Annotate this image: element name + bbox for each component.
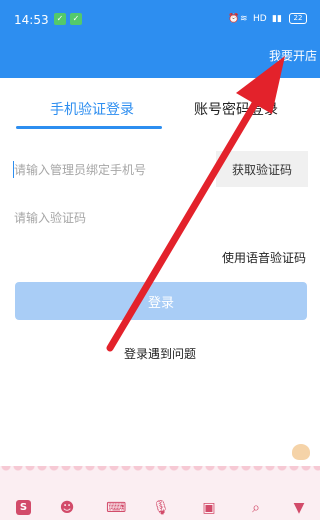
keyboard-icon[interactable]: ⌨	[106, 500, 126, 516]
ime-scallop-border	[0, 466, 320, 474]
network-type: HD	[253, 14, 267, 24]
signal-icon: ▮▮	[272, 14, 282, 24]
app-header: 14:53 ✓ ✓ ⏰ ≋ HD ▮▮ 22 我要开店	[0, 0, 320, 78]
get-code-button[interactable]: 获取验证码	[216, 151, 308, 187]
emoji-icon[interactable]: ☻	[59, 500, 75, 516]
active-tab-indicator	[16, 126, 162, 129]
battery-icon: 22	[289, 13, 307, 24]
status-time: 14:53	[14, 13, 49, 27]
app-notification-icon: ✓	[70, 13, 82, 25]
collapse-keyboard-icon[interactable]: ▼	[291, 500, 307, 516]
ime-toolbar: S ☻ ⌨ 🎙 ▣ ⌕ ▼	[0, 466, 320, 520]
status-bar: 14:53 ✓ ✓ ⏰ ≋ HD ▮▮ 22	[0, 0, 320, 38]
tab-phone-login[interactable]: 手机验证登录	[50, 99, 134, 119]
toolbox-icon[interactable]: ▣	[201, 500, 217, 516]
open-store-button[interactable]: 我要开店	[269, 47, 317, 64]
app-notification-icon: ✓	[54, 13, 66, 25]
phone-input[interactable]	[14, 160, 210, 180]
ime-mascot-icon	[292, 444, 310, 460]
voice-code-link[interactable]: 使用语音验证码	[222, 249, 306, 266]
alarm-icon: ⏰	[228, 14, 240, 24]
text-caret	[13, 161, 14, 178]
tab-account-login[interactable]: 账号密码登录	[194, 99, 278, 119]
verification-code-input[interactable]	[14, 208, 214, 228]
ime-search-icon[interactable]: ⌕	[248, 500, 264, 516]
login-problem-link[interactable]: 登录遇到问题	[124, 345, 196, 362]
sogou-logo-icon[interactable]: S	[16, 500, 31, 515]
microphone-icon[interactable]: 🎙	[152, 500, 170, 516]
login-button[interactable]: 登录	[15, 282, 307, 320]
wifi-icon: ≋	[240, 14, 248, 24]
